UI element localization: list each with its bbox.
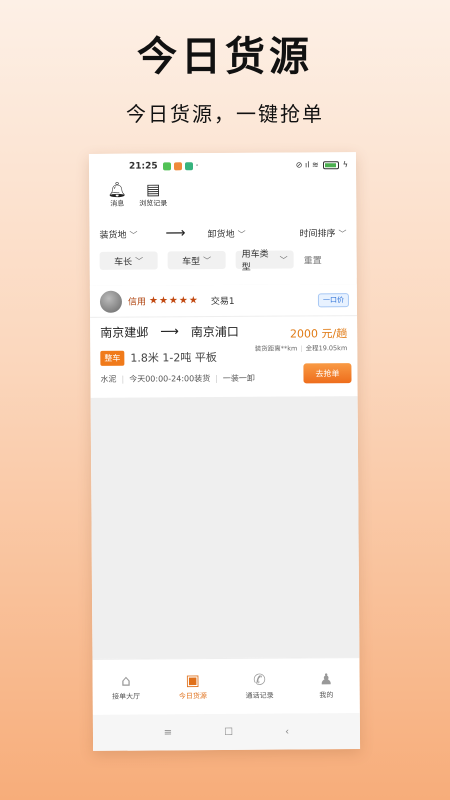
location-filter-row: 装货地 ﹀ ⟶ 卸货地 ﹀ 时间排序 ﹀ xyxy=(89,218,356,248)
charging-icon: ϟ xyxy=(342,160,349,170)
chevron-down-icon: ﹀ xyxy=(135,256,144,266)
chevron-down-icon: ﹀ xyxy=(129,230,138,240)
vehicle-length-filter[interactable]: 车长 ﹀ xyxy=(99,251,158,270)
vehicle-spec: 1.8米 1-2吨 平板 xyxy=(130,351,217,365)
nav-label: 今日货源 xyxy=(178,692,207,701)
nav-label: 通话记录 xyxy=(245,691,274,700)
order-card[interactable]: 信用 ★★★★★ 交易1 一口价 南京建邺 ⟶ 南京浦口 2000 元/趟 装货… xyxy=(89,284,358,398)
freight-price: 2000 元/趟 xyxy=(289,327,348,341)
status-time: 21:25 xyxy=(128,161,158,172)
browse-history-button[interactable]: ▤ 浏览记录 xyxy=(135,180,171,213)
credit-stars: ★★★★★ xyxy=(148,295,199,307)
origin: 南京建邺 xyxy=(100,325,149,340)
promo-title: 今日货源 xyxy=(137,34,313,80)
avatar xyxy=(99,290,123,313)
route-arrow-icon: ⟶ xyxy=(165,225,186,242)
sort-label: 时间排序 xyxy=(299,228,336,239)
chevron-down-icon: ﹀ xyxy=(203,255,212,265)
home-square-icon[interactable]: ☐ xyxy=(224,726,233,737)
promo-subtitle: 今日货源，一键抢单 xyxy=(126,102,324,126)
vehicle-filter-row: 车长 ﹀ 车型 ﹀ 用车类型 ﹀ 重置 xyxy=(90,246,357,280)
divider: | xyxy=(215,374,218,384)
user-icon: ♟ xyxy=(319,670,333,689)
nav-call-records[interactable]: ✆ 通话记录 xyxy=(226,659,293,714)
vehicle-type-filter[interactable]: 车型 ﹀ xyxy=(167,250,226,270)
document-icon: ▤ xyxy=(146,180,161,199)
battery-icon xyxy=(322,160,339,169)
notification-app-icon xyxy=(184,162,193,171)
load-place-dropdown[interactable]: 装货地 ﹀ xyxy=(99,227,137,240)
chevron-down-icon: ﹀ xyxy=(237,229,246,239)
credit-label: 信用 xyxy=(127,297,147,308)
nav-label: 接单大厅 xyxy=(112,692,141,701)
messages-button[interactable]: 🔔︎ 消息 xyxy=(99,180,135,214)
destination: 南京浦口 xyxy=(190,324,239,340)
phone-icon: ✆ xyxy=(253,670,266,689)
bell-icon: 🔔︎ xyxy=(107,180,127,199)
order-card-body: 南京建邺 ⟶ 南京浦口 2000 元/趟 装货距离**km | 全程19.05km … xyxy=(90,316,358,398)
unload-place-dropdown[interactable]: 卸货地 ﹀ xyxy=(208,226,246,239)
messages-label: 消息 xyxy=(110,199,125,208)
chevron-down-icon: ﹀ xyxy=(338,228,347,238)
full-truck-badge: 整车 xyxy=(100,350,125,366)
cargo-name: 水泥 xyxy=(100,374,117,384)
signal-wifi-icon: ⊘ ıl ≋ xyxy=(295,160,319,170)
load-distance: 装货距离**km xyxy=(254,344,298,353)
status-bar: 21:25 · ⊘ ıl ≋ ϟ xyxy=(89,152,356,180)
vehicle-type-label: 车型 xyxy=(182,256,201,267)
menu-icon[interactable]: ≡ xyxy=(164,727,172,738)
nav-today-cargo[interactable]: ▣ 今日货源 xyxy=(159,659,226,714)
vehicle-length-label: 车长 xyxy=(114,257,133,268)
cargo-box-icon: ▣ xyxy=(185,671,200,690)
unload-place-label: 卸货地 xyxy=(207,229,235,240)
grab-order-button[interactable]: 去抢单 xyxy=(303,363,352,384)
usage-type-label: 用车类型 xyxy=(241,249,269,273)
sort-dropdown[interactable]: 时间排序 ﹀ xyxy=(299,226,346,239)
route-arrow-icon: ⟶ xyxy=(160,324,179,340)
header-area: 21:25 · ⊘ ıl ≋ ϟ 🔔︎ 消息 ▤ 浏览记录 装货地 ﹀ ⟶ 卸货… xyxy=(88,152,357,280)
divider: | xyxy=(121,374,125,384)
reset-button[interactable]: 重置 xyxy=(304,253,322,266)
load-mode: 一装一卸 xyxy=(222,373,255,384)
browse-history-label: 浏览记录 xyxy=(139,199,168,208)
order-card-header: 信用 ★★★★★ 交易1 一口价 xyxy=(89,284,358,318)
bottom-nav: ⌂ 接单大厅 ▣ 今日货源 ✆ 通话记录 ♟ 我的 xyxy=(92,657,360,715)
total-distance: 全程19.05km xyxy=(305,344,348,353)
back-icon[interactable]: ‹ xyxy=(285,726,289,737)
system-nav-bar: ≡ ☐ ‹ xyxy=(92,713,361,751)
nav-label: 我的 xyxy=(319,691,334,700)
quick-icons: 🔔︎ 消息 ▤ 浏览记录 xyxy=(89,178,356,214)
notification-app-icon xyxy=(162,162,171,171)
distance-info: 装货距离**km | 全程19.05km xyxy=(255,342,348,353)
divider: | xyxy=(300,344,303,353)
nav-order-hall[interactable]: ⌂ 接单大厅 xyxy=(92,659,159,714)
home-icon: ⌂ xyxy=(121,671,131,690)
notification-app-icon xyxy=(173,162,182,171)
phone-screen: 21:25 · ⊘ ıl ≋ ϟ 🔔︎ 消息 ▤ 浏览记录 装货地 ﹀ ⟶ 卸货… xyxy=(88,152,361,751)
nav-mine[interactable]: ♟ 我的 xyxy=(293,658,360,713)
chevron-down-icon: ﹀ xyxy=(279,255,288,265)
load-time: 今天00:00-24:00装货 xyxy=(129,374,211,384)
status-dot: · xyxy=(195,161,199,172)
usage-type-filter[interactable]: 用车类型 ﹀ xyxy=(235,250,294,273)
status-indicators: ⊘ ıl ≋ ϟ xyxy=(296,160,348,169)
trade-count: 交易1 xyxy=(210,296,235,308)
price-type-badge: 一口价 xyxy=(317,292,349,307)
load-place-label: 装货地 xyxy=(99,230,127,241)
order-list: 信用 ★★★★★ 交易1 一口价 南京建邺 ⟶ 南京浦口 2000 元/趟 装货… xyxy=(89,284,360,670)
